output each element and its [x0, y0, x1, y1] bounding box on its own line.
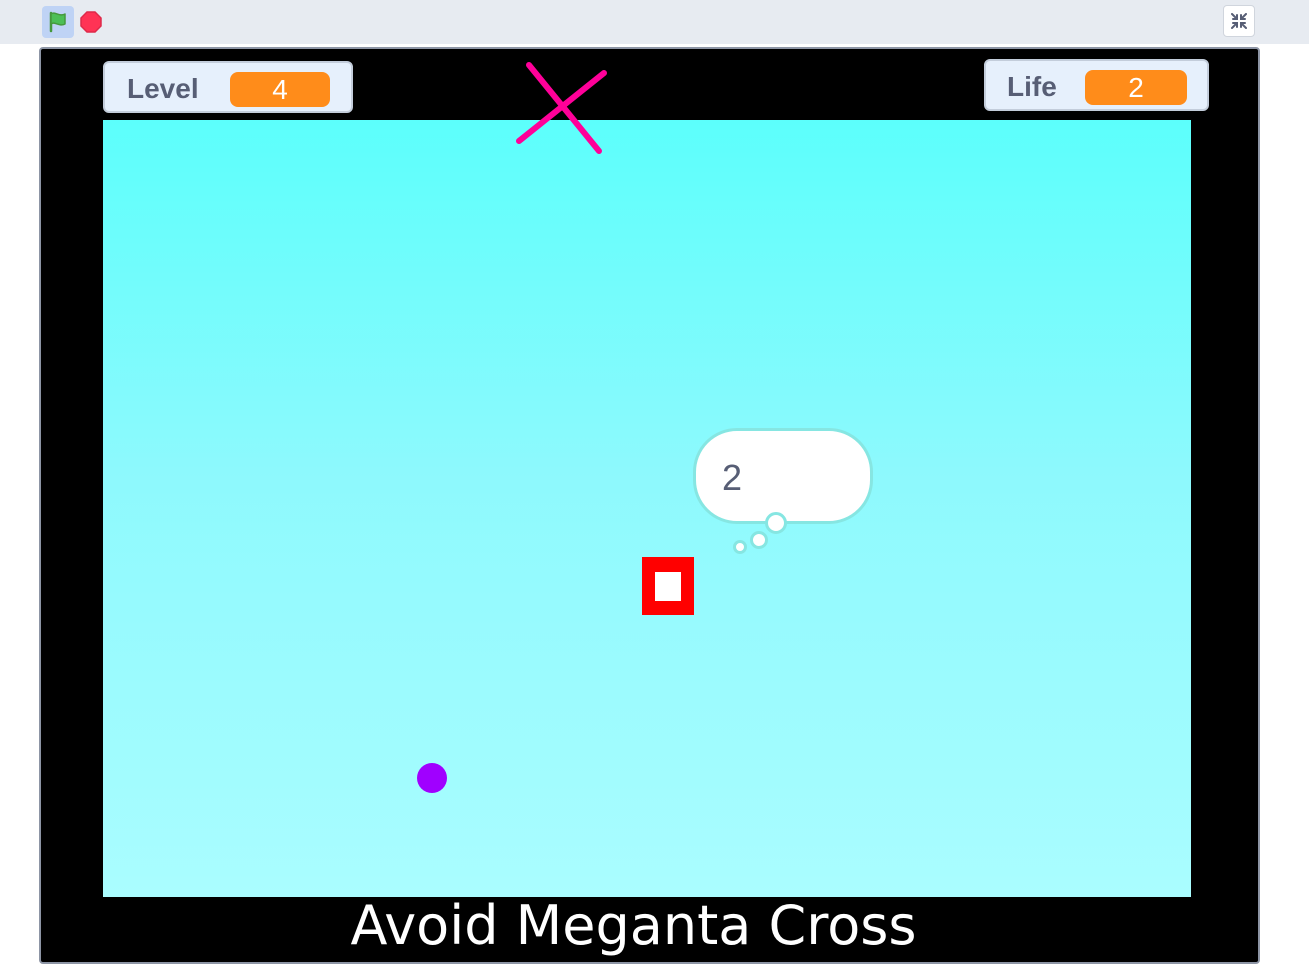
stop-button[interactable] [80, 11, 102, 33]
level-label: Level [127, 73, 199, 104]
life-value: 2 [1085, 70, 1187, 105]
level-monitor: Level 4 [103, 61, 353, 113]
stop-sign-icon [80, 11, 102, 33]
game-stage[interactable]: Level 4 Life 2 2 Avoid Meganta Cross [39, 47, 1260, 964]
magenta-cross-sprite [516, 62, 607, 154]
thought-bubble-dot [733, 540, 747, 554]
life-label: Life [1007, 71, 1057, 102]
player-square-sprite[interactable] [642, 557, 694, 615]
thought-bubble-text: 2 [722, 457, 743, 498]
life-monitor: Life 2 [984, 59, 1209, 111]
play-area [103, 120, 1191, 897]
green-flag-icon [49, 11, 66, 33]
stage-header [0, 0, 1309, 44]
thought-bubble-dot [765, 512, 787, 534]
level-value: 4 [230, 72, 330, 107]
player-square-center [655, 572, 681, 601]
exit-fullscreen-button[interactable] [1223, 5, 1255, 37]
green-flag-button[interactable] [42, 6, 74, 38]
stage-caption: Avoid Meganta Cross [350, 894, 917, 957]
thought-bubble-dot [750, 531, 768, 549]
thought-bubble: 2 [693, 428, 873, 524]
exit-fullscreen-icon [1231, 13, 1247, 29]
purple-dot-sprite [417, 763, 447, 793]
